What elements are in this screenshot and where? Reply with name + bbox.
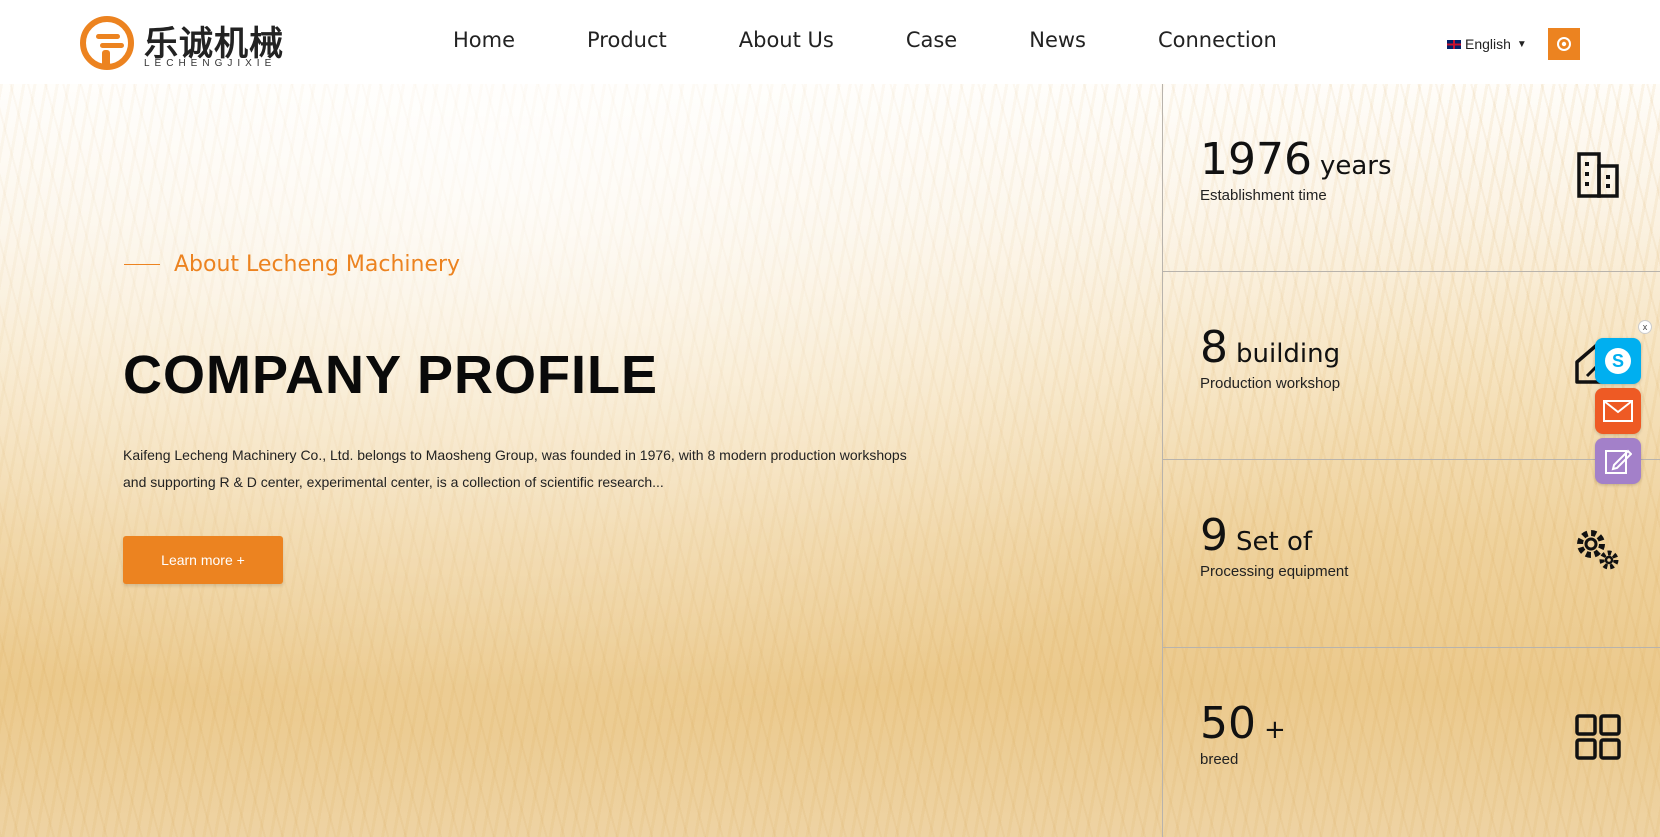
grid-icon	[1575, 714, 1621, 760]
skype-icon: S	[1605, 348, 1631, 374]
edit-icon	[1605, 449, 1632, 474]
stat-value-row: 8 building	[1200, 322, 1340, 373]
nav-about-us[interactable]: About Us	[739, 28, 834, 52]
stat-value: 9	[1200, 510, 1228, 561]
caret-down-icon: ▼	[1516, 38, 1527, 50]
stat-item: 9 Set of Processing equipment	[1163, 460, 1660, 648]
stat-value: 50	[1200, 698, 1256, 749]
stats-panel: 1976 years Establishment time 8 building P…	[1162, 84, 1660, 837]
nav-product[interactable]: Product	[587, 28, 667, 52]
stat-value: 8	[1200, 322, 1228, 373]
svg-text:S: S	[1612, 351, 1624, 371]
building-icon	[1577, 152, 1619, 198]
logo-mark-icon	[80, 16, 134, 70]
stat-unit: years	[1319, 151, 1392, 181]
stat-label: Processing equipment	[1200, 563, 1349, 580]
description-line: and supporting R & D center, experimenta…	[123, 474, 664, 490]
stat-item: 50 + breed	[1163, 648, 1660, 836]
email-icon	[1603, 400, 1633, 422]
section-label: About Lecheng Machinery	[124, 252, 460, 277]
skype-button[interactable]: S	[1595, 338, 1641, 384]
stat-unit: Set of	[1236, 527, 1313, 557]
company-description: Kaifeng Lecheng Machinery Co., Ltd. belo…	[123, 442, 943, 496]
stat-item: 1976 years Establishment time	[1163, 84, 1660, 272]
label-line	[124, 264, 160, 265]
gears-icon	[1577, 530, 1619, 570]
nav-news[interactable]: News	[1029, 28, 1086, 52]
language-label: English	[1465, 36, 1511, 52]
stat-value-row: 9 Set of	[1200, 510, 1312, 561]
floating-contact-bar: x S	[1595, 320, 1652, 484]
description-line: Kaifeng Lecheng Machinery Co., Ltd. belo…	[123, 447, 907, 463]
email-button[interactable]	[1595, 388, 1641, 434]
close-button[interactable]: x	[1638, 320, 1652, 334]
stat-value-row: 50 +	[1200, 698, 1286, 749]
stat-value: 1976	[1200, 134, 1312, 185]
stat-value-row: 1976 years	[1200, 134, 1392, 185]
logo[interactable]: 乐诚机械 LECHENGJIXIE	[80, 14, 290, 72]
logo-english-text: LECHENGJIXIE	[144, 58, 277, 69]
search-icon	[1557, 37, 1571, 51]
uk-flag-icon	[1447, 39, 1461, 49]
stat-label: breed	[1200, 751, 1239, 768]
stat-label: Production workshop	[1200, 375, 1341, 392]
nav-case[interactable]: Case	[906, 28, 957, 52]
stat-unit: building	[1236, 339, 1341, 369]
section-label-text: About Lecheng Machinery	[174, 252, 461, 277]
nav-home[interactable]: Home	[453, 28, 515, 52]
site-header: 乐诚机械 LECHENGJIXIE Home Product About Us …	[0, 0, 1660, 84]
stat-unit: +	[1264, 715, 1286, 745]
edit-button[interactable]	[1595, 438, 1641, 484]
nav-connection[interactable]: Connection	[1158, 28, 1277, 52]
stat-item: 8 building Production workshop	[1163, 272, 1660, 460]
main-nav: Home Product About Us Case News Connecti…	[420, 28, 1277, 52]
page-title: COMPANY PROFILE	[123, 345, 659, 405]
stat-label: Establishment time	[1200, 187, 1327, 204]
search-button[interactable]	[1548, 28, 1580, 60]
learn-more-button[interactable]: Learn more +	[123, 536, 283, 584]
language-selector[interactable]: English ▼	[1447, 36, 1527, 52]
